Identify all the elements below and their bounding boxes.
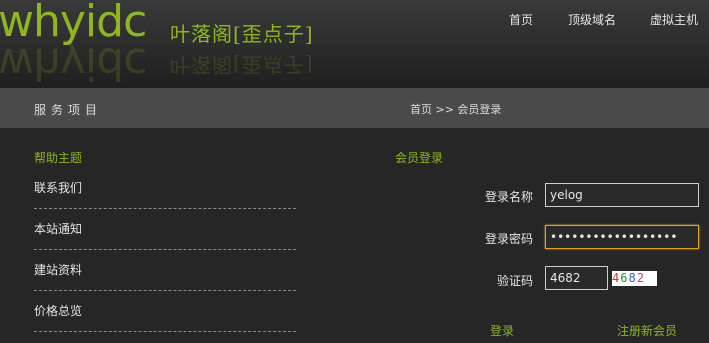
- services-title: 服务项目: [34, 103, 103, 117]
- captcha-label: 验证码: [496, 274, 533, 288]
- username-input[interactable]: [545, 183, 699, 207]
- breadcrumb: 首页 >> 会员登录: [410, 103, 502, 116]
- sidebar-item-notices[interactable]: 本站通知: [34, 220, 296, 250]
- captcha-digit: 2: [636, 271, 645, 285]
- nav-home-link[interactable]: 首页: [509, 11, 533, 28]
- logo-reflection: whyidc: [0, 38, 147, 88]
- sidebar-item-pricing[interactable]: 价格总览: [34, 302, 296, 332]
- captcha-image[interactable]: 4682: [612, 271, 657, 286]
- help-topics-title: 帮助主题: [34, 151, 83, 165]
- nav-hosting-link[interactable]: 虚拟主机: [650, 11, 698, 28]
- login-button[interactable]: 登录: [490, 322, 514, 339]
- captcha-digit: 8: [628, 271, 637, 285]
- site-header: whyidc whyidc 叶落阁[歪点子] 叶落阁[歪点子] 首页 顶级域名 …: [0, 0, 709, 88]
- section-bar: 服务项目 首页 >> 会员登录: [0, 88, 709, 128]
- login-title: 会员登录: [395, 151, 444, 165]
- register-link[interactable]: 注册新会员: [617, 322, 677, 339]
- username-label: 登录名称: [484, 190, 533, 204]
- sidebar-item-contact[interactable]: 联系我们: [34, 179, 296, 209]
- nav-domains-link[interactable]: 顶级域名: [568, 11, 616, 28]
- sidebar-item-resources[interactable]: 建站资料: [34, 261, 296, 291]
- captcha-digit: 4: [612, 271, 621, 285]
- password-label: 登录密码: [484, 232, 533, 246]
- password-input[interactable]: [545, 225, 699, 249]
- site-name-reflection: 叶落阁[歪点子]: [170, 53, 314, 77]
- captcha-input[interactable]: [545, 266, 608, 290]
- site-name: 叶落阁[歪点子]: [170, 22, 314, 46]
